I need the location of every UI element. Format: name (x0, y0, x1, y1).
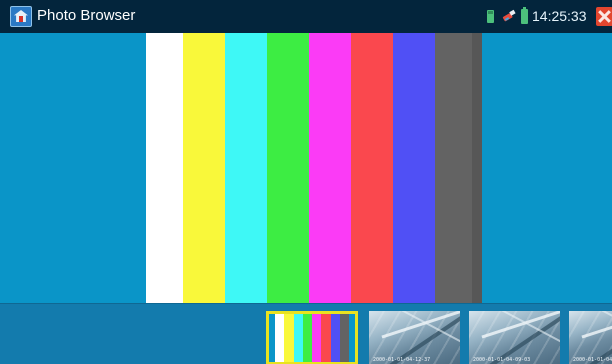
color-bar (225, 33, 267, 303)
title-bar: Photo Browser 14:25:33 (0, 0, 612, 33)
thumbnail-color-bar (284, 314, 294, 362)
color-bar (183, 33, 225, 303)
thumbnail-strip[interactable]: 2000-01-01-04-12-37 2000-01-01-04-09-03 … (0, 303, 612, 364)
battery-icon (521, 7, 528, 24)
thumbnail-color-bar (293, 314, 303, 362)
color-bar (267, 33, 309, 303)
thumbnail-timestamp: 2000-01-01-04-09-03 (473, 357, 531, 363)
photo-browser-app-icon[interactable] (10, 6, 32, 27)
thumbnail-timestamp: 2000-01-01-04 (573, 357, 612, 363)
color-bar (351, 33, 393, 303)
thumbnail-color-bar (312, 314, 322, 362)
color-bar (435, 33, 472, 303)
thumbnail-photo[interactable]: 2000-01-01-04 (569, 311, 612, 364)
thumbnail-color-bar (330, 314, 340, 362)
thumbnail-color-bar (275, 314, 285, 362)
photo-viewer[interactable] (0, 33, 612, 303)
thumbnail-color-bar (321, 314, 331, 362)
close-icon[interactable] (596, 7, 612, 26)
thumbnail-color-bar (339, 314, 349, 362)
color-bar-edge (472, 33, 482, 303)
color-bar-photo[interactable] (146, 33, 482, 303)
thumbnail-photo[interactable]: 2000-01-01-04-12-37 (369, 311, 460, 364)
sd-card-icon (487, 10, 494, 23)
color-bar (393, 33, 435, 303)
color-bar (146, 33, 183, 303)
usb-icon (502, 9, 516, 22)
thumbnail-photo[interactable]: 2000-01-01-04-09-03 (469, 311, 560, 364)
app-title: Photo Browser (37, 7, 136, 24)
status-clock: 14:25:33 (532, 8, 587, 24)
thumbnail-timestamp: 2000-01-01-04-12-37 (373, 357, 431, 363)
color-bar (309, 33, 351, 303)
thumbnail-color-bars[interactable] (266, 311, 358, 364)
thumbnail-color-bar (302, 314, 312, 362)
